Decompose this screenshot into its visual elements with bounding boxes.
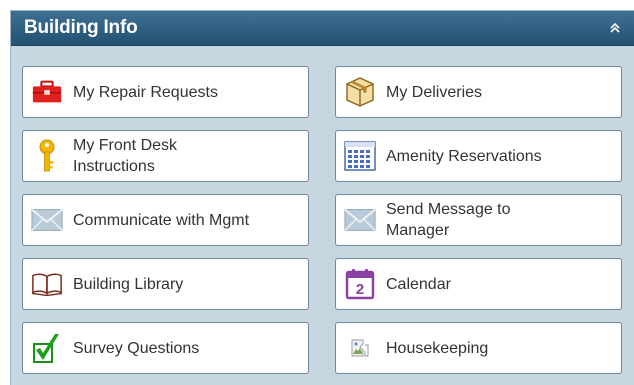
tile-label: My Repair Requests	[73, 83, 218, 101]
tile-send-message-to-manager[interactable]: Send Message to Manager	[335, 194, 622, 246]
tile-housekeeping[interactable]: Housekeeping	[335, 322, 622, 374]
tile-label: Calendar	[386, 275, 451, 293]
tile-my-front-desk-instructions[interactable]: My Front Desk Instructions	[22, 130, 309, 182]
tile-label: Communicate with Mgmt	[73, 211, 250, 229]
collapse-button[interactable]	[604, 17, 626, 39]
tile-my-repair-requests[interactable]: My Repair Requests	[22, 66, 309, 118]
tile-amenity-reservations[interactable]: Amenity Reservations	[335, 130, 622, 182]
tile-label: Send Message to Manager	[386, 201, 511, 239]
panel-title: Building Info	[24, 17, 138, 38]
calendar-grid-icon	[344, 140, 376, 172]
key-icon	[31, 139, 63, 172]
tile-my-deliveries[interactable]: My Deliveries	[335, 66, 622, 118]
tile-label: My Front Desk Instructions	[73, 137, 178, 175]
tile-label: Amenity Reservations	[386, 147, 542, 165]
building-info-panel: Building Info My Repair Requests My Deli…	[10, 10, 634, 385]
calendar-day: 2	[356, 281, 364, 298]
tile-grid: My Repair Requests My Deliveries My Fron…	[22, 66, 622, 374]
double-chevron-up-icon	[610, 22, 620, 33]
tile-calendar[interactable]: 2 Calendar	[335, 258, 622, 310]
checkmark-icon	[31, 332, 63, 364]
envelope-icon	[344, 204, 376, 236]
package-icon	[344, 76, 376, 108]
tile-label: Building Library	[73, 275, 184, 293]
book-icon	[31, 268, 63, 300]
tile-label: Survey Questions	[73, 339, 200, 357]
tile-label: Housekeeping	[386, 339, 489, 357]
tile-label: My Deliveries	[386, 83, 483, 101]
tile-survey-questions[interactable]: Survey Questions	[22, 322, 309, 374]
tile-building-library[interactable]: Building Library	[22, 258, 309, 310]
broken-image-icon	[344, 332, 376, 364]
envelope-icon	[31, 204, 63, 236]
panel-header: Building Info	[11, 11, 634, 46]
calendar-icon: 2	[344, 268, 376, 300]
tile-communicate-with-mgmt[interactable]: Communicate with Mgmt	[22, 194, 309, 246]
toolbox-icon	[31, 76, 63, 108]
